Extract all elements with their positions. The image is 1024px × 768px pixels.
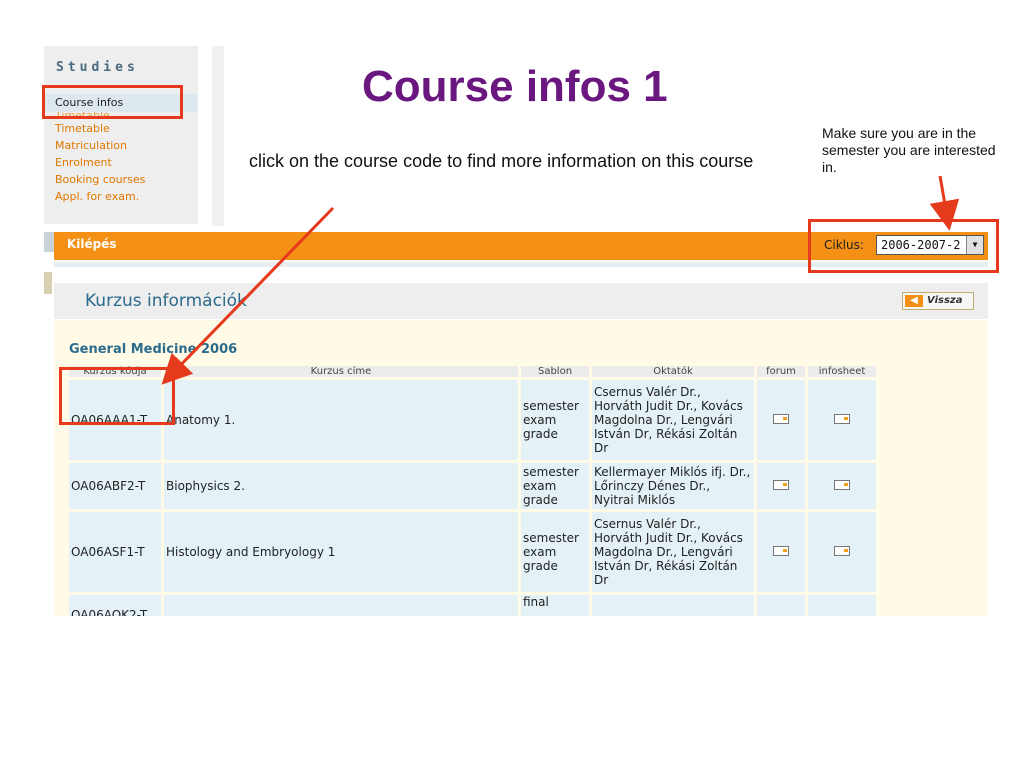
- annotation-arrows: [161, 175, 960, 385]
- arrow-to-cycle-select: [929, 175, 960, 231]
- arrow-to-course-code: [161, 206, 335, 385]
